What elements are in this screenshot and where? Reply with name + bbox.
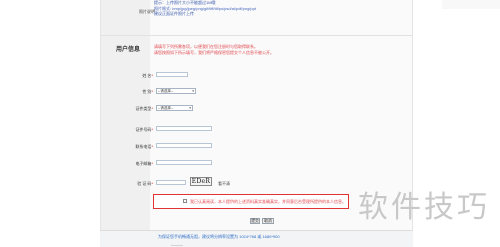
user-info-warning-2: 请您按照如下所示填写，我们将严格保密您提交个人信息不被公开。 [154,50,274,55]
name-input[interactable] [156,72,188,77]
name-label: 姓 名* [142,73,153,78]
footer-secondary: ——— [171,242,183,247]
photo-note-3: 建议正面证件照片上传 [154,11,194,17]
page-left-margin [0,0,100,247]
agreement-text: 我已认真阅读，本人提供的上述资料真实准确真实，并同意后台受理所提供的本人信息。 [190,199,346,204]
id-type-label: 证件类型* [135,106,153,111]
captcha-image[interactable]: EDeR [190,177,212,186]
top-right-bar [442,0,500,9]
captcha-refresh-link[interactable]: 看不清 [218,181,230,187]
id-type-select-value: --请选择-- [158,106,174,110]
id-number-label: 证件号码* [135,127,153,132]
id-type-select[interactable]: --请选择-- ▾ [156,105,193,111]
form-left-border [100,0,101,247]
id-number-input[interactable] [156,126,212,131]
divider [100,35,413,36]
photo-label: 照片说明 [139,9,155,14]
footer-divider [100,230,413,231]
footer-notice: 为保证您手机畅通无阻，建议将分辨率设置为 1024*768 或 1680*900 [158,234,280,239]
gender-select[interactable]: --请选择-- ▾ [156,88,196,94]
phone-input[interactable] [156,143,212,148]
submit-button[interactable]: 提交 [250,218,260,224]
cancel-button[interactable]: 取消 [262,218,274,224]
user-info-title: 用户信息 [116,47,141,53]
gender-select-value: --请选择-- [158,89,174,93]
gender-label: 性 别* [142,89,153,94]
agreement-checkbox[interactable] [183,199,187,203]
phone-label: 联系电话* [135,144,153,149]
chevron-down-icon: ▾ [192,89,194,93]
photo-notes: 提示：上传照片大小不能超过1M哦 照片格式: bmp/jpg/jpeg/png/… [154,0,294,17]
captcha-input[interactable] [156,180,186,185]
email-input[interactable] [156,160,212,165]
email-label: 电子邮箱* [135,161,153,166]
captcha-label: 验 证 码* [137,181,153,186]
chevron-down-icon: ▾ [189,106,191,110]
watermark-text: 软件技巧 [358,191,490,224]
